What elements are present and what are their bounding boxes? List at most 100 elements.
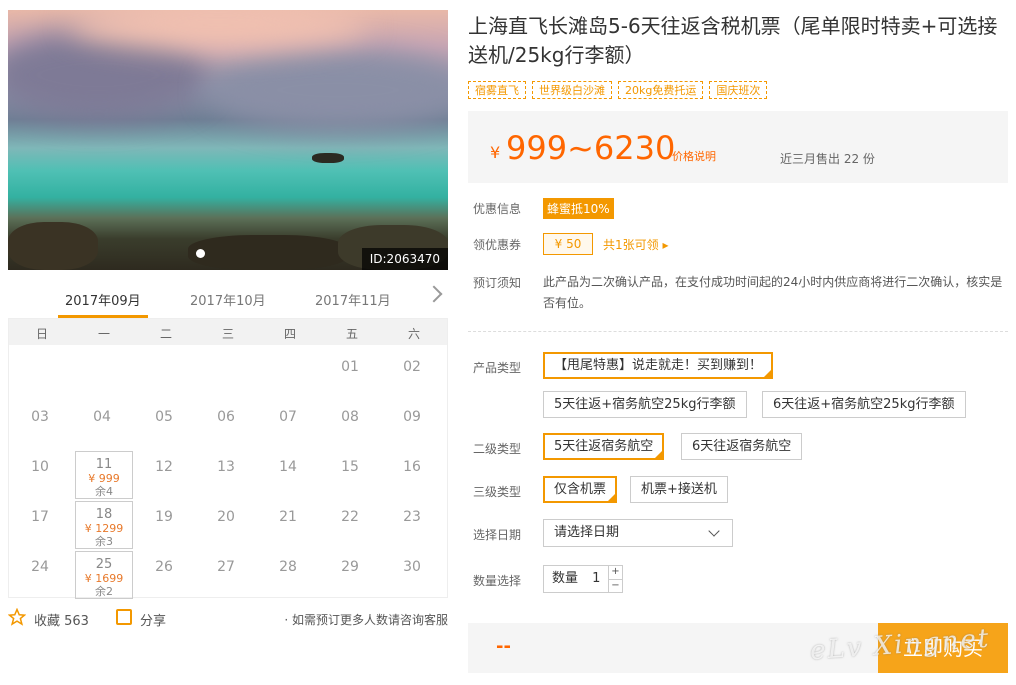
calendar-day-number: 22 xyxy=(341,509,359,525)
calendar-day: 14 xyxy=(257,451,319,501)
calendar-day-number: 12 xyxy=(155,459,173,475)
calendar-day-number: 06 xyxy=(217,409,235,425)
weekday-label: 二 xyxy=(159,327,172,341)
calendar-day-number: 04 xyxy=(93,409,111,425)
calendar-day: 24 xyxy=(9,551,71,601)
calendar-day-number: 02 xyxy=(403,359,421,375)
favorite-button[interactable]: 收藏 563 xyxy=(34,610,89,629)
calendar-day: 22 xyxy=(319,501,381,551)
calendar-day: 05 xyxy=(133,401,195,451)
quantity-label: 数量选择 xyxy=(473,574,522,588)
quantity-increase-button[interactable]: + xyxy=(609,566,622,579)
calendar-day: 01 xyxy=(319,351,381,401)
calendar-day-remaining: 余2 xyxy=(95,585,113,598)
level3-option-2[interactable]: 机票+接送机 xyxy=(630,476,728,503)
calendar-day: 29 xyxy=(319,551,381,601)
calendar-day-available[interactable]: 11 ¥ 999 余4 xyxy=(75,451,133,499)
calendar-day: 04 xyxy=(71,401,133,451)
photo-rock xyxy=(8,222,98,270)
calendar-day-number: 28 xyxy=(279,559,297,575)
level2-option-2[interactable]: 6天往返宿务航空 xyxy=(681,433,803,460)
calendar-day-available[interactable]: 18 ¥ 1299 余3 xyxy=(75,501,133,549)
calendar-day: 09 xyxy=(381,401,443,451)
star-icon[interactable] xyxy=(8,608,26,626)
calendar-day-number: 30 xyxy=(403,559,421,575)
calendar-day: 16 xyxy=(381,451,443,501)
calendar-day: 12 xyxy=(133,451,195,501)
weekday-label: 日 xyxy=(35,327,48,341)
calendar-day-remaining: 余3 xyxy=(95,535,113,548)
total-price-placeholder: -- xyxy=(496,636,511,657)
calendar-day: 26 xyxy=(133,551,195,601)
product-title: 上海直飞长滩岛5-6天往返含税机票（尾单限时特卖+可选接送机/25kg行李额） xyxy=(468,14,998,67)
calendar-day: 19 xyxy=(133,501,195,551)
tab-month-2[interactable]: 2017年10月 xyxy=(190,290,266,309)
calendar-day-number: 05 xyxy=(155,409,173,425)
product-type-label: 产品类型 xyxy=(473,361,522,375)
quantity-text: 数量 xyxy=(552,571,579,586)
price-range: 999~6230 xyxy=(506,129,676,167)
calendar-day-number: 18 xyxy=(95,507,113,522)
level3-label: 三级类型 xyxy=(473,485,522,499)
coupon-label: 领优惠券 xyxy=(473,238,522,252)
chevron-right-icon[interactable] xyxy=(425,285,443,303)
calendar-day-number: 01 xyxy=(341,359,359,375)
calendar-day-available[interactable]: 25 ¥ 1699 余2 xyxy=(75,551,133,599)
calendar-day-number: 09 xyxy=(403,409,421,425)
calendar-day-price: ¥ 1699 xyxy=(84,572,124,585)
feature-tag: 国庆班次 xyxy=(709,81,768,99)
product-type-option-3[interactable]: 6天往返+宿务航空25kg行李额 xyxy=(762,391,966,418)
discount-badge: 蜂蜜抵10% xyxy=(543,198,614,219)
calendar-day: 06 xyxy=(195,401,257,451)
share-icon[interactable] xyxy=(116,609,132,625)
product-photo[interactable]: ID:2063470 xyxy=(8,10,448,270)
weekday-label: 四 xyxy=(283,327,296,341)
calendar-day-number: 29 xyxy=(341,559,359,575)
date-select[interactable]: 请选择日期 xyxy=(543,519,733,547)
calendar-day-number: 13 xyxy=(217,459,235,475)
action-bar: 收藏 563 分享 · 如需预订更多人数请咨询客服 xyxy=(8,606,448,632)
feature-tag: 宿雾直飞 xyxy=(468,81,526,99)
quantity-decrease-button[interactable]: − xyxy=(609,579,622,592)
level2-label: 二级类型 xyxy=(473,442,522,456)
tab-month-1[interactable]: 2017年09月 xyxy=(65,290,141,309)
carousel-dot[interactable] xyxy=(196,249,205,258)
calendar-day: 23 xyxy=(381,501,443,551)
currency-symbol: ¥ xyxy=(490,143,501,162)
weekday-label: 五 xyxy=(345,327,358,341)
tab-month-3[interactable]: 2017年11月 xyxy=(315,290,391,309)
product-type-option-2[interactable]: 5天往返+宿务航空25kg行李额 xyxy=(543,391,747,418)
date-label: 选择日期 xyxy=(473,528,522,542)
date-select-value: 请选择日期 xyxy=(554,525,620,540)
calendar-day: 10 xyxy=(9,451,71,501)
calendar-day-price: ¥ 1299 xyxy=(84,522,124,535)
level2-option-1[interactable]: 5天往返宿务航空 xyxy=(543,433,665,460)
calendar-day-number: 27 xyxy=(217,559,235,575)
calendar-day-number: 15 xyxy=(341,459,359,475)
coupon-more-link[interactable]: 共1张可领 ▸ xyxy=(603,236,668,253)
weekday-label: 三 xyxy=(221,327,234,341)
price-box: ¥ 999~6230 价格说明 近三月售出 22 份 xyxy=(468,111,1008,183)
calendar-day: 27 xyxy=(195,551,257,601)
price-explain-link[interactable]: 价格说明 xyxy=(672,148,716,164)
calendar-day: 08 xyxy=(319,401,381,451)
calendar-day: 28 xyxy=(257,551,319,601)
calendar-day-number: 14 xyxy=(279,459,297,475)
product-type-option-1[interactable]: 【甩尾特惠】说走就走！买到赚到！ xyxy=(543,352,774,379)
quantity-stepper[interactable]: 数量 1 + − xyxy=(543,565,623,593)
contact-note: · 如需预订更多人数请咨询客服 xyxy=(284,613,448,627)
quantity-buttons: + − xyxy=(608,566,622,592)
weekday-label: 一 xyxy=(97,327,110,341)
sold-count: 近三月售出 22 份 xyxy=(780,152,875,166)
quantity-input[interactable]: 1 xyxy=(592,571,600,586)
section-divider xyxy=(468,331,1008,332)
calendar-day: 21 xyxy=(257,501,319,551)
level3-option-1[interactable]: 仅含机票 xyxy=(543,476,618,503)
coupon-ticket[interactable]: ¥ 50 xyxy=(543,233,593,255)
calendar-day: 03 xyxy=(9,401,71,451)
share-button[interactable]: 分享 xyxy=(140,610,166,629)
calendar-day-price: ¥ 999 xyxy=(88,472,120,485)
calendar-day: 30 xyxy=(381,551,443,601)
calendar-day-number: 07 xyxy=(279,409,297,425)
calendar-day-number: 20 xyxy=(217,509,235,525)
